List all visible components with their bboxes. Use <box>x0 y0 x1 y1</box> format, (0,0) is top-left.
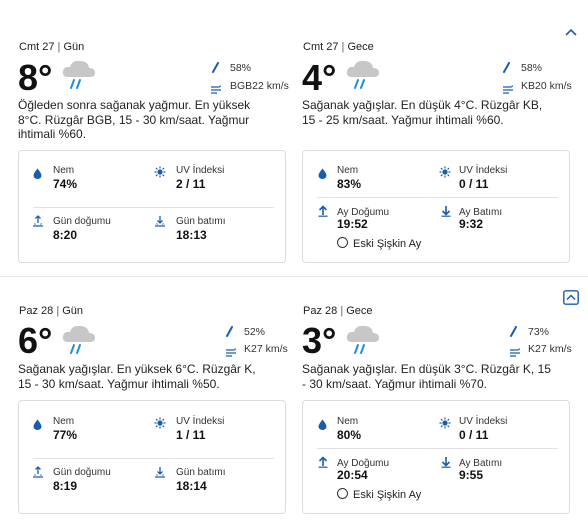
temperature: 8° <box>18 57 53 98</box>
forecast-description: Sağanak yağışlar. En yüksek 6°C. Rüzgâr … <box>18 362 256 391</box>
rain-cloud-icon <box>60 322 98 361</box>
precip-chance: 52% <box>244 326 266 338</box>
divider <box>317 448 558 449</box>
uv-sun-icon <box>154 165 166 183</box>
divider <box>33 458 274 459</box>
humidity-value: 77% <box>53 428 78 442</box>
details-card: Nem 80% UV İndeksi 0 / 11 Ay Doğumu 20:5… <box>302 400 570 514</box>
sunrise-icon <box>32 215 44 233</box>
humidity-value: 80% <box>337 428 362 442</box>
sunrise-label: Gün doğumu <box>53 467 111 478</box>
humidity-value: 83% <box>337 177 362 191</box>
period-title: Paz 28 | Gün <box>19 305 84 317</box>
uv-label: UV İndeksi <box>176 165 225 176</box>
section-divider <box>0 276 588 277</box>
precip-chance: 73% <box>528 326 550 338</box>
moon-phase-label: Eski Şişkin Ay <box>353 238 422 250</box>
rain-cloud-icon <box>60 57 98 96</box>
collapse-chevron-icon[interactable] <box>563 290 579 305</box>
moonset-value: 9:55 <box>459 468 484 482</box>
raindrop-icon <box>211 61 220 79</box>
temperature: 4° <box>302 57 337 98</box>
moon-phase-icon <box>337 488 348 499</box>
raindrop-icon <box>509 325 518 343</box>
details-card: Nem 77% UV İndeksi 1 / 11 Gün doğumu 8:1… <box>18 400 286 514</box>
uv-label: UV İndeksi <box>176 416 225 427</box>
moonrise-icon <box>318 204 328 222</box>
sunset-icon <box>154 466 166 484</box>
uv-value: 0 / 11 <box>459 177 489 191</box>
uv-sun-icon <box>154 416 166 434</box>
period-title: Cmt 27 | Gün <box>19 41 85 53</box>
moon-phase: Eski Şişkin Ay <box>337 488 421 501</box>
wind-value: KB20 km/s <box>521 80 572 92</box>
wind-icon <box>502 81 514 99</box>
precip-chance: 58% <box>230 62 252 74</box>
moon-phase-icon <box>337 237 348 248</box>
raindrop-icon <box>225 325 234 343</box>
moonset-value: 9:32 <box>459 217 484 231</box>
precip-chance: 58% <box>521 62 543 74</box>
wind-icon <box>225 344 237 362</box>
temperature: 3° <box>302 320 337 361</box>
humidity-icon <box>33 166 42 184</box>
sunset-label: Gün batımı <box>176 216 226 227</box>
humidity-icon <box>318 417 327 435</box>
moonset-icon <box>441 455 451 473</box>
humidity-value: 74% <box>53 177 78 191</box>
sunrise-icon <box>32 466 44 484</box>
divider <box>33 207 274 208</box>
wind-icon <box>210 81 222 99</box>
sunset-value: 18:13 <box>176 228 207 242</box>
moonrise-value: 19:52 <box>337 217 368 231</box>
raindrop-icon <box>502 61 511 79</box>
sunset-value: 18:14 <box>176 479 207 493</box>
wind-value: K27 km/s <box>244 343 288 355</box>
uv-value: 2 / 11 <box>176 177 206 191</box>
sunrise-value: 8:20 <box>53 228 78 242</box>
sunrise-value: 8:19 <box>53 479 78 493</box>
temperature: 6° <box>18 320 53 361</box>
period-title: Paz 28 | Gece <box>303 305 373 317</box>
moonset-icon <box>441 204 451 222</box>
humidity-icon <box>33 417 42 435</box>
forecast-description: Sağanak yağışlar. En düşük 4°C. Rüzgâr K… <box>302 98 543 127</box>
humidity-label: Nem <box>53 416 75 427</box>
sunrise-label: Gün doğumu <box>53 216 111 227</box>
uv-sun-icon <box>439 416 451 434</box>
wind-icon <box>509 344 521 362</box>
rain-cloud-icon <box>344 57 382 96</box>
collapse-chevron-icon[interactable] <box>564 25 578 37</box>
uv-label: UV İndeksi <box>459 416 508 427</box>
uv-label: UV İndeksi <box>459 165 508 176</box>
divider <box>317 197 558 198</box>
uv-value: 0 / 11 <box>459 428 489 442</box>
sunset-label: Gün batımı <box>176 467 226 478</box>
moonrise-icon <box>318 455 328 473</box>
moon-phase: Eski Şişkin Ay <box>337 237 421 250</box>
sunset-icon <box>154 215 166 233</box>
humidity-icon <box>318 166 327 184</box>
wind-value: K27 km/s <box>528 343 572 355</box>
forecast-description: Öğleden sonra sağanak yağmur. En yüksek … <box>18 98 251 141</box>
humidity-label: Nem <box>53 165 75 176</box>
humidity-label: Nem <box>337 165 359 176</box>
humidity-label: Nem <box>337 416 359 427</box>
uv-value: 1 / 11 <box>176 428 206 442</box>
details-card: Nem 83% UV İndeksi 0 / 11 Ay Doğumu 19:5… <box>302 150 570 263</box>
moonrise-value: 20:54 <box>337 468 368 482</box>
details-card: Nem 74% UV İndeksi 2 / 11 Gün doğumu 8:2… <box>18 150 286 263</box>
moon-phase-label: Eski Şişkin Ay <box>353 489 422 501</box>
rain-cloud-icon <box>344 322 382 361</box>
forecast-description: Sağanak yağışlar. En düşük 3°C. Rüzgâr K… <box>302 362 551 391</box>
wind-value: BGB22 km/s <box>230 80 289 92</box>
uv-sun-icon <box>439 165 451 183</box>
period-title: Cmt 27 | Gece <box>303 41 374 53</box>
